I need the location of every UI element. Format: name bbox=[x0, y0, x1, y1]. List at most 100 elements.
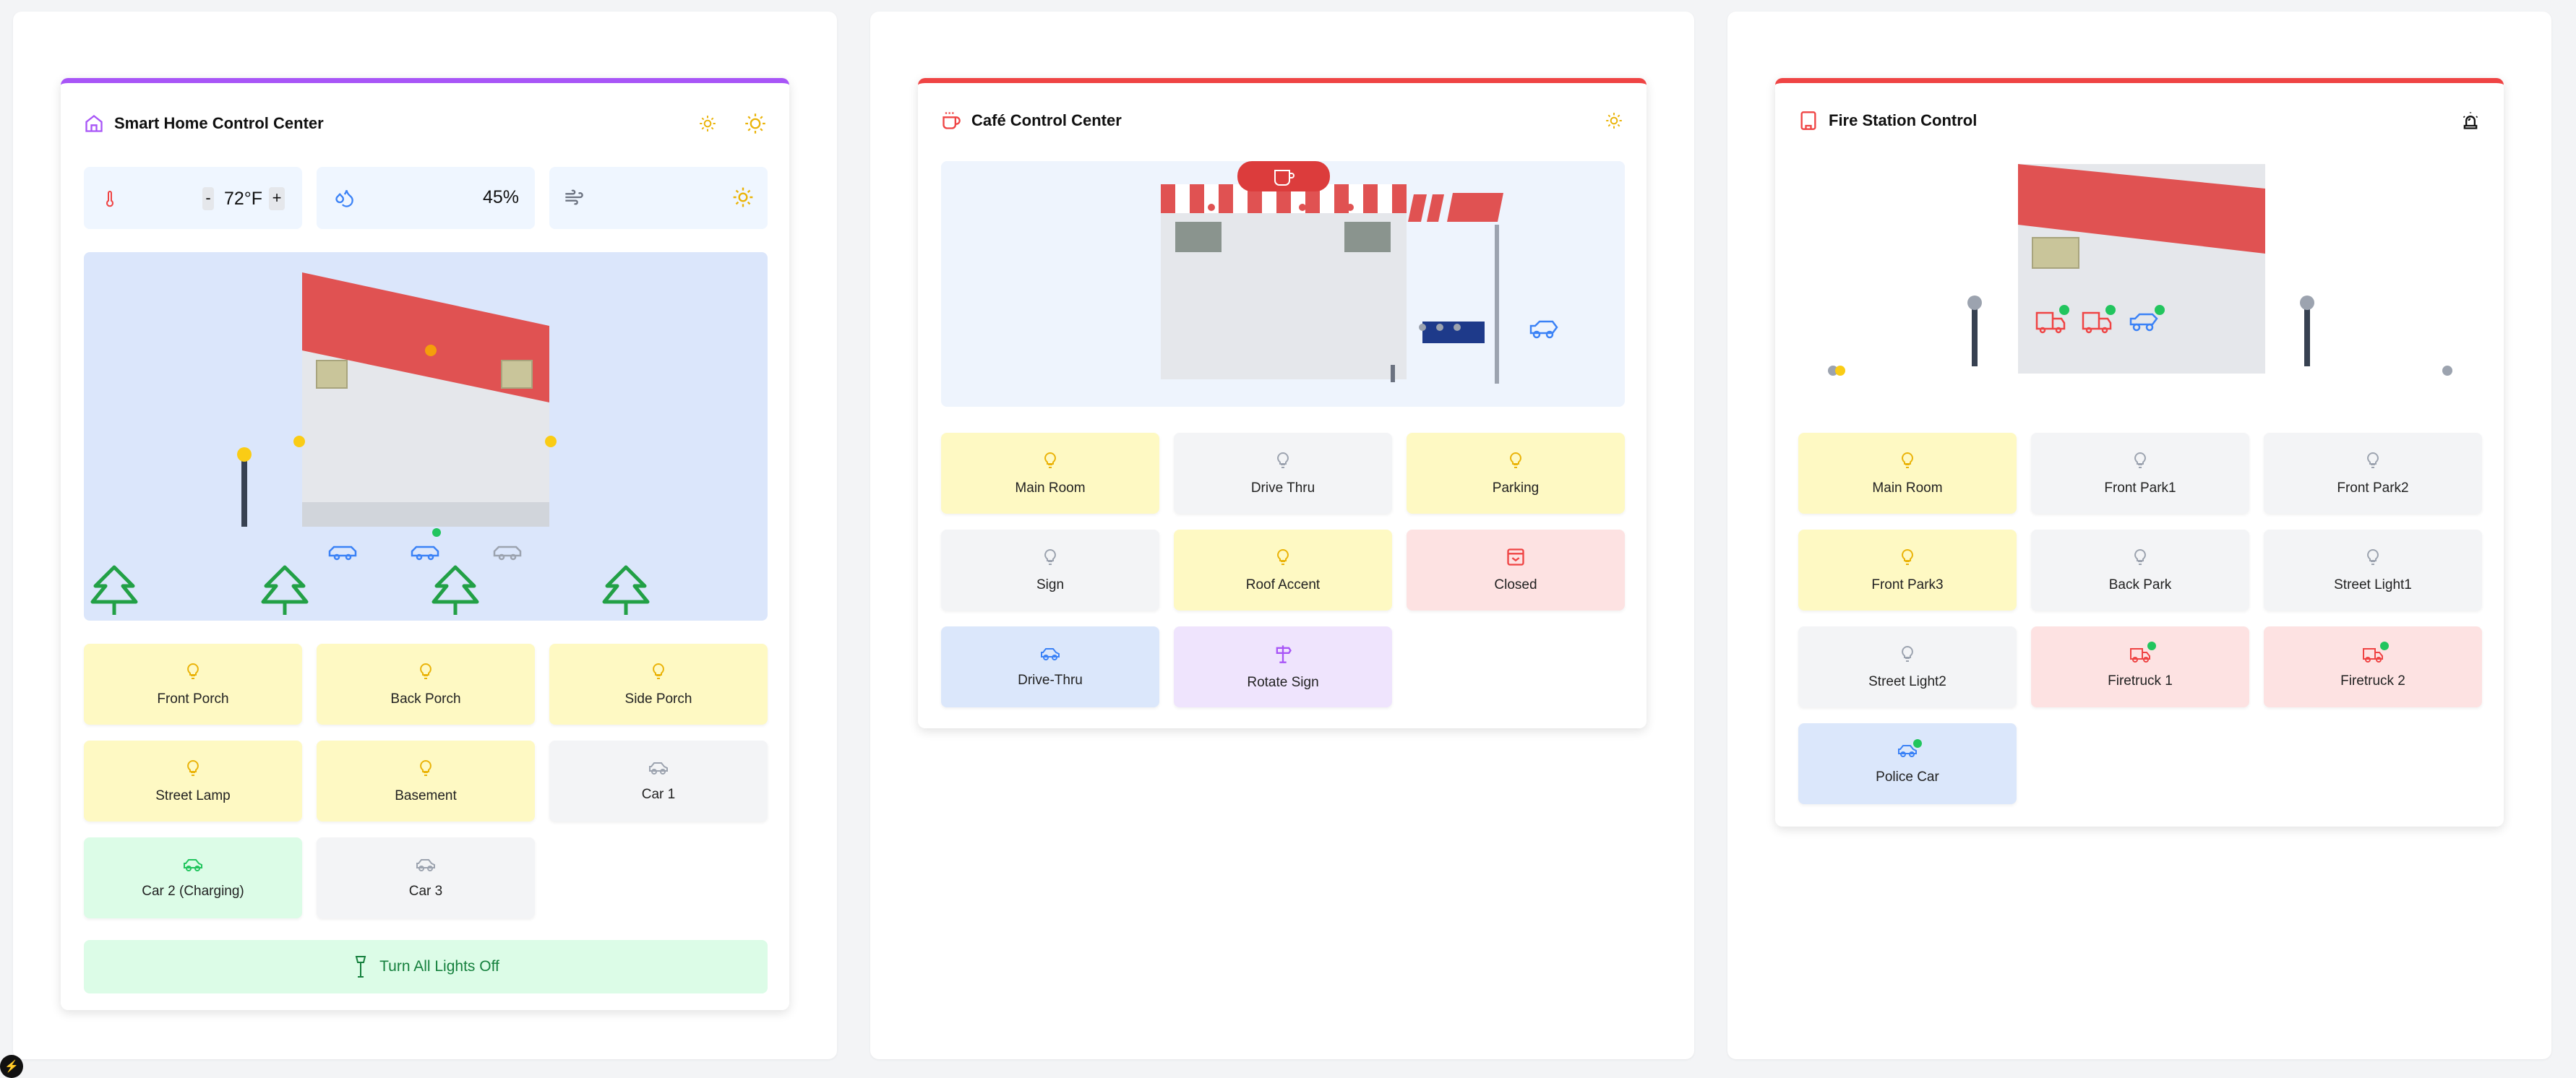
tile-label: Drive Thru bbox=[1250, 480, 1315, 496]
lightbulb-icon bbox=[184, 661, 202, 681]
bolt-badge-icon[interactable]: ⚡ bbox=[0, 1055, 23, 1078]
car-icon bbox=[647, 759, 670, 777]
lightbulb-icon bbox=[1507, 450, 1524, 470]
basement-light-tile[interactable]: Basement bbox=[317, 741, 535, 822]
car-icon bbox=[1039, 645, 1062, 663]
tile-label: Main Room bbox=[1872, 480, 1943, 496]
smart-home-header-actions bbox=[698, 111, 766, 137]
tile-label: Side Porch bbox=[624, 691, 692, 707]
lightbulb-icon bbox=[1899, 450, 1916, 470]
smart-home-column: Smart Home Control Center - 72°F + 45% F… bbox=[13, 12, 837, 1059]
cafe-scene bbox=[941, 161, 1625, 407]
firetruck-1-tile[interactable]: Firetruck 1 bbox=[2031, 626, 2249, 707]
cafe-card: Café Control Center Main Room Drive Thru… bbox=[918, 78, 1647, 728]
lightbulb-icon bbox=[2131, 547, 2149, 567]
post bbox=[1391, 365, 1395, 382]
tile-label: Roof Accent bbox=[1245, 577, 1321, 592]
lightbulb-icon bbox=[1899, 547, 1916, 567]
lamp-icon bbox=[352, 955, 369, 978]
police-car-tile[interactable]: Police Car bbox=[1798, 723, 2017, 804]
cafe-header: Café Control Center bbox=[941, 108, 1122, 134]
wind-icon bbox=[564, 187, 584, 207]
car-2-charging-tile[interactable]: Car 2 (Charging) bbox=[84, 837, 302, 918]
car-3-tile[interactable]: Car 3 bbox=[317, 837, 535, 918]
temperature-panel: - 72°F + bbox=[84, 167, 302, 229]
siren-icon[interactable] bbox=[2460, 111, 2481, 131]
street-light2-tile[interactable]: Street Light2 bbox=[1798, 626, 2017, 707]
tile-label: Drive-Thru bbox=[1018, 673, 1083, 688]
cars bbox=[328, 528, 522, 561]
trees bbox=[90, 565, 650, 615]
rotate-sign-tile[interactable]: Rotate Sign bbox=[1174, 626, 1392, 707]
tile-label: Main Room bbox=[1015, 480, 1086, 496]
sun-icon[interactable] bbox=[731, 186, 755, 209]
street-lamp-light-tile[interactable]: Street Lamp bbox=[84, 741, 302, 822]
drive-thru-car-tile[interactable]: Drive-Thru bbox=[941, 626, 1159, 707]
home-icon bbox=[84, 113, 104, 134]
car-1-tile[interactable]: Car 1 bbox=[549, 741, 768, 822]
side-porch-light-tile[interactable]: Side Porch bbox=[549, 644, 768, 725]
tile-label: Sign bbox=[1036, 577, 1065, 592]
parking-light-tile[interactable]: Parking bbox=[1407, 433, 1625, 514]
turn-all-lights-off-label: Turn All Lights Off bbox=[379, 958, 499, 975]
tile-label: Street Light2 bbox=[1868, 674, 1946, 689]
fire-station-card: Fire Station Control Main Room Front Par… bbox=[1775, 78, 2504, 827]
lightbulb-icon bbox=[1274, 547, 1292, 567]
tile-label: Police Car bbox=[1876, 769, 1939, 785]
drive-thru-menu-board bbox=[1419, 322, 1485, 343]
lightbulb-icon bbox=[2364, 547, 2382, 567]
tile-label: Car 1 bbox=[641, 787, 676, 802]
drive-thru-light-tile[interactable]: Drive Thru bbox=[1174, 433, 1392, 514]
car-icon bbox=[1896, 739, 1922, 759]
truck-icon bbox=[2129, 642, 2156, 663]
fire-station-title: Fire Station Control bbox=[1829, 111, 1978, 129]
tile-label: Parking bbox=[1492, 480, 1540, 496]
tile-label: Front Porch bbox=[157, 691, 229, 707]
temperature-increase-button[interactable]: + bbox=[269, 187, 285, 210]
tile-label: Back Park bbox=[2108, 577, 2172, 592]
front-park1-light-tile[interactable]: Front Park1 bbox=[2031, 433, 2249, 514]
sun-icon[interactable] bbox=[1605, 111, 1623, 130]
tile-label: Front Park1 bbox=[2104, 480, 2176, 496]
front-park3-light-tile[interactable]: Front Park3 bbox=[1798, 530, 2017, 611]
lightbulb-icon bbox=[1899, 644, 1916, 664]
fire-station-header: Fire Station Control bbox=[1798, 108, 1977, 134]
lightbulb-icon bbox=[2131, 450, 2149, 470]
thermometer-icon bbox=[101, 189, 119, 209]
humidity-value: 45% bbox=[482, 187, 519, 207]
active-indicator bbox=[1913, 739, 1922, 748]
fire-station-building bbox=[2018, 164, 2265, 374]
firetruck-2-tile[interactable]: Firetruck 2 bbox=[2264, 626, 2482, 707]
car-icon bbox=[181, 856, 205, 874]
tile-label: Car 2 (Charging) bbox=[142, 884, 244, 899]
store-closed-icon bbox=[1506, 547, 1526, 567]
lightbulb-icon bbox=[1274, 450, 1292, 470]
lightbulb-icon bbox=[2364, 450, 2382, 470]
sun-icon[interactable] bbox=[698, 114, 717, 133]
front-park2-light-tile[interactable]: Front Park2 bbox=[2264, 433, 2482, 514]
main-room-light-tile[interactable]: Main Room bbox=[1798, 433, 2017, 514]
temperature-decrease-button[interactable]: - bbox=[202, 187, 214, 210]
main-room-light-tile[interactable]: Main Room bbox=[941, 433, 1159, 514]
smart-home-header: Smart Home Control Center bbox=[84, 111, 324, 137]
sign-light-tile[interactable]: Sign bbox=[941, 530, 1159, 611]
back-porch-light-tile[interactable]: Back Porch bbox=[317, 644, 535, 725]
street-light1-tile[interactable]: Street Light1 bbox=[2264, 530, 2482, 611]
closed-status-tile[interactable]: Closed bbox=[1407, 530, 1625, 611]
back-park-light-tile[interactable]: Back Park bbox=[2031, 530, 2249, 611]
brightness-icon[interactable] bbox=[744, 113, 766, 134]
fire-station-scene bbox=[1798, 161, 2482, 407]
wind-panel bbox=[549, 167, 768, 229]
tile-label: Firetruck 2 bbox=[2340, 673, 2405, 689]
tile-label: Street Light1 bbox=[2334, 577, 2412, 592]
front-porch-light-tile[interactable]: Front Porch bbox=[84, 644, 302, 725]
cafe-header-actions bbox=[1605, 108, 1623, 134]
lightbulb-icon bbox=[1042, 547, 1059, 567]
truck-icon bbox=[2361, 642, 2389, 663]
tile-label: Firetruck 1 bbox=[2108, 673, 2173, 689]
building-icon bbox=[1798, 111, 1819, 131]
fire-station-header-actions bbox=[2460, 108, 2481, 134]
roof-accent-light-tile[interactable]: Roof Accent bbox=[1174, 530, 1392, 611]
turn-all-lights-off-button[interactable]: Turn All Lights Off bbox=[84, 940, 768, 993]
fire-station-column: Fire Station Control Main Room Front Par… bbox=[1727, 12, 2551, 1059]
